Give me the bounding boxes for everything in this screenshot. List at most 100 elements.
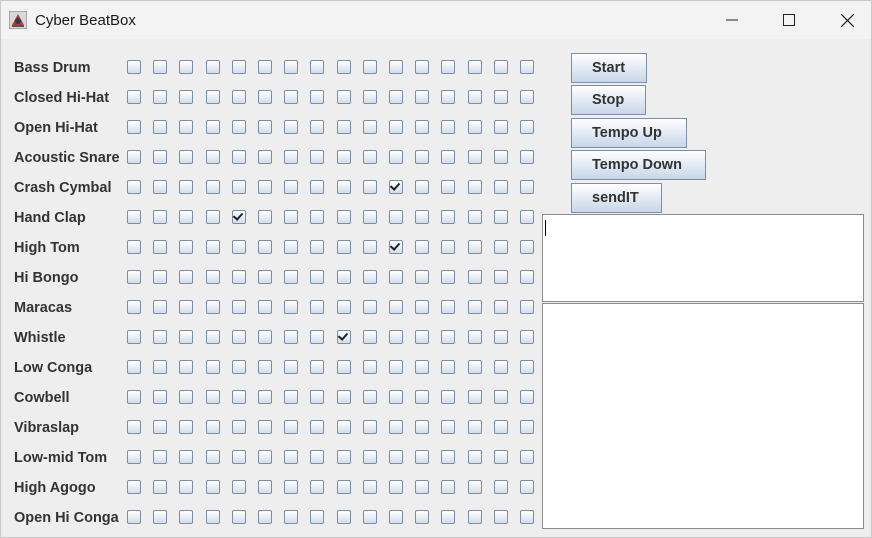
beat-checkbox[interactable] — [127, 210, 141, 224]
beat-checkbox[interactable] — [206, 90, 220, 104]
beat-checkbox[interactable] — [494, 390, 508, 404]
beat-checkbox[interactable] — [206, 450, 220, 464]
beat-checkbox[interactable] — [206, 60, 220, 74]
beat-checkbox[interactable] — [206, 150, 220, 164]
beat-checkbox[interactable] — [363, 270, 377, 284]
beat-checkbox[interactable] — [179, 480, 193, 494]
beat-checkbox[interactable] — [284, 390, 298, 404]
beat-checkbox[interactable] — [520, 420, 534, 434]
beat-checkbox[interactable] — [337, 120, 351, 134]
beat-checkbox[interactable] — [337, 210, 351, 224]
beat-checkbox[interactable] — [494, 180, 508, 194]
beat-checkbox[interactable] — [468, 150, 482, 164]
beat-checkbox[interactable] — [468, 90, 482, 104]
beat-checkbox[interactable] — [389, 150, 403, 164]
beat-checkbox[interactable] — [337, 450, 351, 464]
beat-checkbox[interactable] — [206, 390, 220, 404]
beat-checkbox[interactable] — [153, 90, 167, 104]
tempo-down-button[interactable]: Tempo Down — [571, 150, 706, 180]
beat-checkbox[interactable] — [363, 120, 377, 134]
beat-checkbox[interactable] — [415, 90, 429, 104]
beat-checkbox[interactable] — [468, 270, 482, 284]
beat-checkbox[interactable] — [363, 210, 377, 224]
beat-checkbox[interactable] — [258, 90, 272, 104]
beat-checkbox[interactable] — [363, 330, 377, 344]
beat-checkbox[interactable] — [127, 450, 141, 464]
beat-checkbox[interactable] — [310, 60, 324, 74]
beat-checkbox[interactable] — [363, 480, 377, 494]
beat-checkbox[interactable] — [520, 300, 534, 314]
beat-checkbox[interactable] — [389, 300, 403, 314]
beat-checkbox[interactable] — [468, 300, 482, 314]
beat-checkbox[interactable] — [206, 330, 220, 344]
beat-checkbox[interactable] — [153, 120, 167, 134]
beat-checkbox[interactable] — [258, 360, 272, 374]
beat-checkbox[interactable] — [127, 270, 141, 284]
beat-checkbox[interactable] — [441, 150, 455, 164]
beat-checkbox[interactable] — [310, 210, 324, 224]
beat-checkbox[interactable] — [232, 330, 246, 344]
beat-checkbox[interactable] — [468, 480, 482, 494]
beat-checkbox[interactable] — [179, 390, 193, 404]
beat-checkbox[interactable] — [284, 330, 298, 344]
beat-checkbox[interactable] — [441, 450, 455, 464]
beat-checkbox[interactable] — [494, 120, 508, 134]
beat-checkbox[interactable] — [415, 510, 429, 524]
beat-checkbox[interactable] — [284, 480, 298, 494]
beat-checkbox[interactable] — [284, 270, 298, 284]
beat-checkbox[interactable] — [127, 330, 141, 344]
beat-checkbox[interactable] — [206, 270, 220, 284]
beat-checkbox[interactable] — [441, 300, 455, 314]
beat-checkbox[interactable] — [389, 510, 403, 524]
tempo-up-button[interactable]: Tempo Up — [571, 118, 687, 148]
beat-checkbox[interactable] — [127, 240, 141, 254]
beat-checkbox[interactable] — [258, 180, 272, 194]
beat-checkbox[interactable] — [337, 270, 351, 284]
beat-checkbox[interactable] — [284, 150, 298, 164]
beat-checkbox[interactable] — [206, 180, 220, 194]
beat-checkbox[interactable] — [310, 180, 324, 194]
beat-checkbox[interactable] — [232, 300, 246, 314]
beat-checkbox[interactable] — [494, 60, 508, 74]
beat-checkbox[interactable] — [494, 300, 508, 314]
beat-checkbox[interactable] — [415, 450, 429, 464]
beat-checkbox[interactable] — [389, 270, 403, 284]
beat-checkbox[interactable] — [337, 510, 351, 524]
beat-checkbox[interactable] — [153, 450, 167, 464]
beat-checkbox[interactable] — [520, 120, 534, 134]
beat-checkbox[interactable] — [206, 420, 220, 434]
beat-checkbox[interactable] — [153, 180, 167, 194]
beat-checkbox[interactable] — [179, 240, 193, 254]
beat-checkbox[interactable] — [153, 390, 167, 404]
beat-checkbox[interactable] — [441, 360, 455, 374]
beat-checkbox[interactable] — [232, 390, 246, 404]
beat-checkbox[interactable] — [441, 90, 455, 104]
beat-checkbox[interactable] — [337, 480, 351, 494]
beat-checkbox[interactable] — [310, 450, 324, 464]
beat-checkbox[interactable] — [310, 240, 324, 254]
beat-checkbox[interactable] — [520, 90, 534, 104]
beat-checkbox[interactable] — [520, 330, 534, 344]
beat-checkbox[interactable] — [310, 270, 324, 284]
beat-checkbox[interactable] — [441, 180, 455, 194]
beat-checkbox[interactable] — [310, 360, 324, 374]
beat-checkbox[interactable] — [127, 360, 141, 374]
beat-checkbox[interactable] — [520, 210, 534, 224]
beat-checkbox[interactable] — [389, 120, 403, 134]
beat-checkbox[interactable] — [337, 390, 351, 404]
beat-checkbox[interactable] — [258, 240, 272, 254]
beat-checkbox[interactable] — [258, 150, 272, 164]
beat-checkbox[interactable] — [179, 300, 193, 314]
beat-checkbox[interactable] — [415, 120, 429, 134]
beat-checkbox[interactable] — [441, 330, 455, 344]
beat-checkbox[interactable] — [494, 330, 508, 344]
beat-checkbox[interactable] — [284, 450, 298, 464]
beat-checkbox[interactable] — [153, 360, 167, 374]
beat-checkbox[interactable] — [179, 420, 193, 434]
beat-checkbox[interactable] — [179, 330, 193, 344]
beat-checkbox[interactable] — [284, 360, 298, 374]
beat-checkbox[interactable] — [206, 480, 220, 494]
beat-checkbox[interactable] — [363, 60, 377, 74]
beat-checkbox[interactable] — [363, 300, 377, 314]
beat-checkbox[interactable] — [337, 360, 351, 374]
